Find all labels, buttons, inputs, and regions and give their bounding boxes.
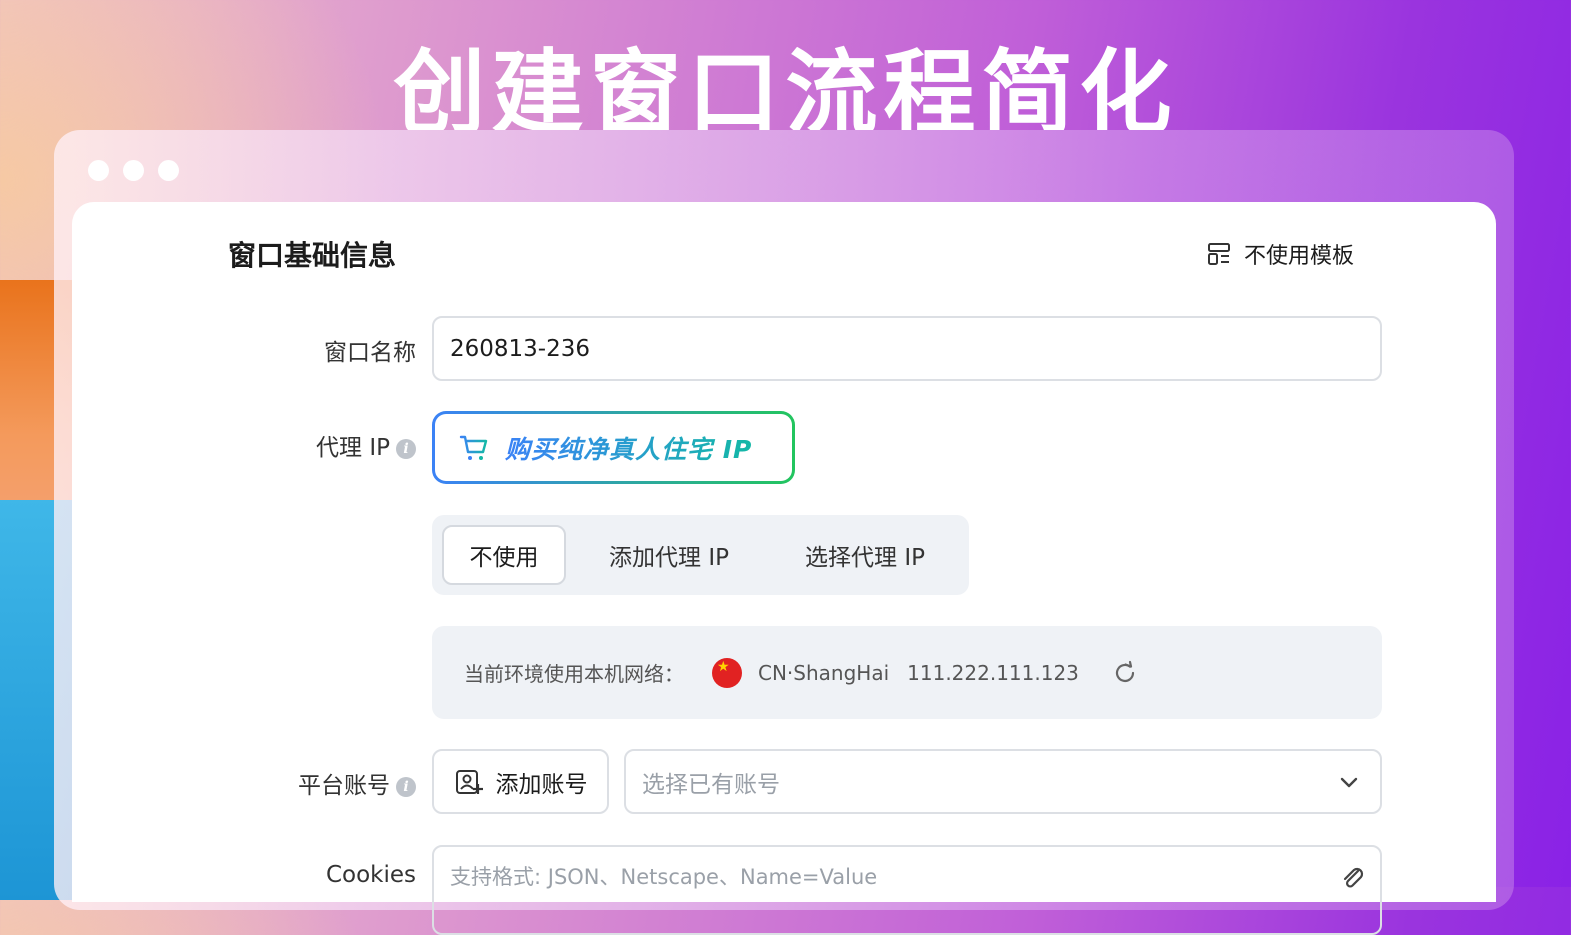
window-dot bbox=[88, 160, 109, 181]
buy-residential-ip-button[interactable]: 购买纯净真人住宅 IP bbox=[432, 411, 795, 484]
cookies-placeholder: 支持格式: JSON、Netscape、Name=Value bbox=[450, 865, 878, 889]
buy-ip-label: 购买纯净真人住宅 IP bbox=[505, 430, 752, 466]
existing-account-select[interactable]: 选择已有账号 bbox=[624, 749, 1382, 814]
add-account-button[interactable]: 添加账号 bbox=[432, 749, 609, 814]
chevron-down-icon bbox=[1340, 777, 1358, 788]
location-text: CN·ShangHai bbox=[758, 660, 890, 685]
add-account-label: 添加账号 bbox=[495, 771, 588, 798]
refresh-icon[interactable] bbox=[1111, 659, 1139, 687]
proxy-option-none[interactable]: 不使用 bbox=[442, 525, 566, 585]
no-template-button[interactable]: 不使用模板 bbox=[1206, 236, 1354, 272]
cookies-textarea[interactable]: 支持格式: JSON、Netscape、Name=Value bbox=[432, 845, 1382, 935]
add-account-icon bbox=[455, 769, 483, 794]
proxy-option-select[interactable]: 选择代理 IP bbox=[772, 525, 958, 585]
window-dot bbox=[123, 160, 144, 181]
account-label-row: 平台账号 i bbox=[216, 766, 416, 800]
proxy-option-add[interactable]: 添加代理 IP bbox=[566, 525, 772, 585]
proxy-label: 代理 IP bbox=[316, 435, 390, 461]
promo-headline: 创建窗口流程简化 bbox=[393, 40, 1178, 130]
select-placeholder: 选择已有账号 bbox=[642, 771, 780, 798]
cart-icon bbox=[459, 435, 488, 460]
window-name-value: 260813-236 bbox=[450, 335, 590, 362]
info-icon[interactable]: i bbox=[396, 777, 416, 797]
ip-text: 111.222.111.123 bbox=[907, 660, 1079, 685]
network-label: 当前环境使用本机网络： bbox=[464, 662, 684, 686]
window-dot bbox=[158, 160, 179, 181]
network-info-box: 当前环境使用本机网络： ★ CN·ShangHai 111.222.111.12… bbox=[432, 626, 1382, 719]
info-icon[interactable]: i bbox=[396, 439, 416, 459]
proxy-mode-segmented: 不使用 添加代理 IP 选择代理 IP bbox=[432, 515, 969, 595]
proxy-label-row: 代理 IP i bbox=[216, 428, 416, 462]
window-name-label: 窗口名称 bbox=[324, 340, 416, 366]
template-icon bbox=[1208, 243, 1230, 265]
section-title: 窗口基础信息 bbox=[228, 239, 397, 272]
account-label: 平台账号 bbox=[298, 773, 390, 799]
china-flag-icon: ★ bbox=[712, 657, 742, 688]
cookies-label: Cookies bbox=[325, 862, 416, 888]
no-template-label: 不使用模板 bbox=[1244, 244, 1355, 269]
window-name-input[interactable]: 260813-236 bbox=[432, 316, 1382, 381]
